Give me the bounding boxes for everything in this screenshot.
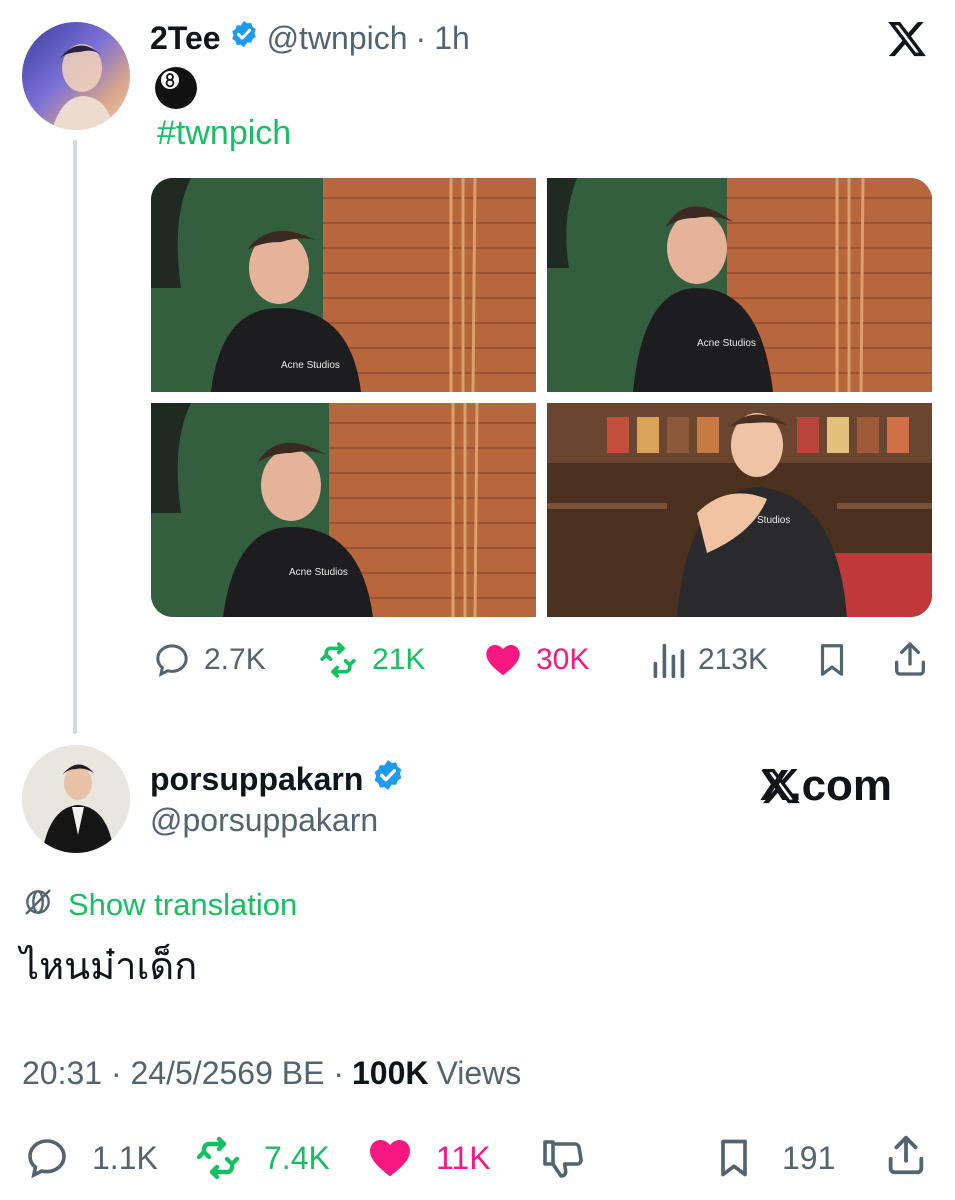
views-count: 100K xyxy=(352,1055,429,1091)
bookmark-icon[interactable] xyxy=(813,640,851,685)
retweet-icon xyxy=(190,1134,246,1182)
avatar-porsuppakarn[interactable] xyxy=(22,745,130,853)
reply-icon xyxy=(152,640,192,680)
translate-globe-icon xyxy=(22,886,54,923)
svg-text:Acne Studios: Acne Studios xyxy=(697,338,756,349)
dot-separator: · xyxy=(415,19,427,56)
avatar-image xyxy=(22,745,130,853)
reply-count: 1.1K xyxy=(92,1139,158,1176)
photo-1[interactable]: Acne Studios xyxy=(151,178,536,392)
views-action[interactable]: 213K xyxy=(650,640,768,680)
retweet-count: 7.4K xyxy=(264,1139,330,1176)
avatar-image xyxy=(52,44,114,130)
x-com-watermark: X.com xyxy=(760,760,892,812)
media-grid: Acne Studios Acne Studios Acne Studios S… xyxy=(151,178,932,617)
svg-text:Acne Studios: Acne Studios xyxy=(281,360,340,371)
heart-icon xyxy=(364,1134,416,1182)
tweet-text: ไหนม๋าเด็ก xyxy=(20,944,198,988)
like-count: 11K xyxy=(436,1139,491,1176)
post-time[interactable]: 1h xyxy=(434,20,470,57)
views-count: 213K xyxy=(698,643,769,676)
views-label: Views xyxy=(436,1055,522,1091)
verified-badge-icon xyxy=(371,758,405,800)
like-action[interactable]: 11K xyxy=(364,1134,491,1182)
reply-count: 2.7K xyxy=(204,643,266,676)
share-icon[interactable] xyxy=(883,1130,929,1185)
heart-icon xyxy=(482,640,524,680)
svg-text:Studios: Studios xyxy=(757,515,790,526)
handle[interactable]: @twnpich xyxy=(267,20,408,57)
thread-connector-line xyxy=(73,140,77,734)
bookmark-count: 191 xyxy=(782,1139,836,1176)
retweet-action[interactable]: 7.4K xyxy=(190,1134,330,1182)
handle[interactable]: @porsuppakarn xyxy=(150,802,378,839)
display-name[interactable]: porsuppakarn xyxy=(150,761,363,798)
photo-4[interactable]: Studios xyxy=(547,403,932,617)
downvote-icon[interactable] xyxy=(538,1134,588,1187)
analytics-icon xyxy=(650,640,686,680)
timestamp[interactable]: 20:31 · 24/5/2569 BE · xyxy=(22,1055,344,1092)
show-translation-link[interactable]: Show translation xyxy=(22,886,297,923)
x-logo-icon[interactable] xyxy=(886,18,928,60)
like-count: 30K xyxy=(536,643,590,676)
photo-3[interactable]: Acne Studios xyxy=(151,403,536,617)
svg-text:Acne Studios: Acne Studios xyxy=(289,567,348,578)
reply-icon xyxy=(22,1134,72,1182)
display-name[interactable]: 2Tee xyxy=(150,20,221,57)
reply-action[interactable]: 1.1K xyxy=(22,1134,158,1182)
x-com-text: X.com xyxy=(760,761,893,810)
retweet-action[interactable]: 21K xyxy=(316,640,425,680)
photo-2[interactable]: Acne Studios xyxy=(547,178,932,392)
share-icon[interactable] xyxy=(890,638,930,685)
reply-action[interactable]: 2.7K xyxy=(152,640,266,680)
hashtag-link[interactable]: #twnpich xyxy=(157,114,291,153)
avatar-2tee[interactable] xyxy=(22,22,130,130)
bookmark-icon xyxy=(712,1134,756,1182)
show-translation-label: Show translation xyxy=(68,886,298,922)
bookmark-action[interactable]: 191 xyxy=(712,1134,835,1182)
verified-badge-icon xyxy=(229,19,259,57)
like-action[interactable]: 30K xyxy=(482,640,589,680)
retweet-icon xyxy=(316,640,360,680)
retweet-count: 21K xyxy=(372,643,426,676)
eight-ball-emoji xyxy=(154,66,198,110)
